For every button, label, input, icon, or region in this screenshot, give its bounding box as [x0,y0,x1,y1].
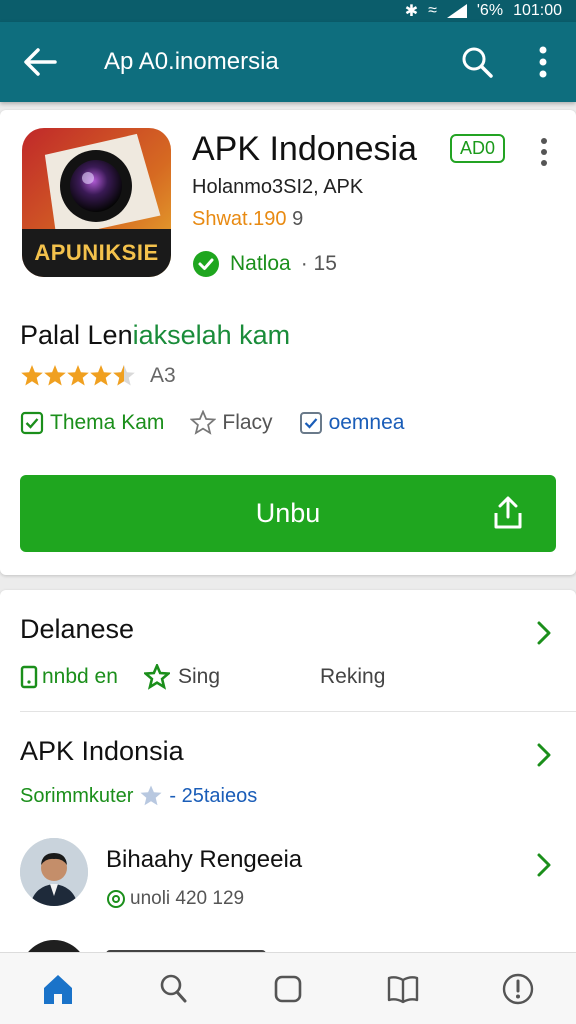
share-icon[interactable] [490,495,526,531]
install-button[interactable]: Unbu [20,475,556,552]
nav-apps[interactable] [258,959,318,1019]
nav-home[interactable] [28,959,88,1019]
more-vert-icon [541,138,547,144]
tag-theme[interactable]: Thema Kam [20,411,164,435]
list-item-meta: unoli 420 129 [106,888,244,910]
overflow-menu-button[interactable] [510,22,576,102]
checkbox-checked-icon [20,411,44,435]
bluetooth-icon: ✱ [404,3,419,20]
nav-search[interactable] [143,959,203,1019]
nav-info[interactable] [488,959,548,1019]
star-icon [140,785,162,806]
meta-item-1[interactable]: nnbd en [20,665,144,689]
meta-item-2[interactable]: Sing [144,664,320,690]
checkbox-checked-icon [299,412,322,434]
search-button[interactable] [444,22,510,102]
book-icon [387,975,419,1003]
more-vert-icon [539,46,547,78]
wifi-icon: ≈ [428,2,437,19]
section2-meta-row: Sorimmkuter - 25taieos [20,784,258,807]
install-button-label: Unbu [255,498,321,528]
app-bar-title: Ap A0.inomersia [104,48,279,75]
tag-row: Thema Kam Flacy oemnea [20,410,430,436]
search-icon [160,974,187,1002]
at-sign-icon [107,890,125,908]
check-circle-icon [193,251,219,277]
home-icon [43,974,72,1004]
chevron-right-icon[interactable] [536,852,552,878]
app-subtitle: Palal Leniakselah kam [20,320,291,350]
app-header-card: APUNIKSIE APK Indonesia AD0 Holanmo3SI2,… [0,110,576,575]
app-name: APK Indonesia [192,130,417,168]
star-rating-icon [21,365,135,386]
bottom-nav [0,952,576,1024]
section-title-delanese[interactable]: Delanese [20,614,134,645]
chevron-right-icon[interactable] [536,742,552,768]
divider [20,711,576,712]
tag-flacy[interactable]: Flacy [190,410,273,436]
section1-meta-row: nnbd en Sing Reking [20,664,385,690]
details-card: Delanese nnbd en Sing Reking APK Indonsi… [0,590,576,1008]
rating-row: A3 [20,364,176,388]
list-item-name[interactable]: Bihaahy Rengeeia [106,846,302,874]
signal-icon [446,4,467,18]
verified-label: Natloa [230,252,291,275]
avatar[interactable] [20,838,88,906]
ad-badge: AD0 [450,134,506,163]
verified-count: · 15 [300,252,337,275]
clock: 101:00 [513,2,562,19]
search-icon [462,47,493,78]
card-menu-button[interactable] [532,138,556,166]
app-icon[interactable]: APUNIKSIE [22,128,171,277]
star-outline-icon [190,410,217,435]
section-title-apk[interactable]: APK Indonsia [20,736,184,767]
tag-oemnea[interactable]: oemnea [299,411,404,435]
phone-icon [20,665,38,689]
chevron-right-icon[interactable] [536,620,552,646]
app-bar: Ap A0.inomersia [0,22,576,102]
back-button[interactable] [0,22,80,102]
rating-value: A3 [150,364,176,387]
info-icon [503,973,534,1004]
nav-library[interactable] [373,959,433,1019]
star-outline-icon [144,664,170,690]
meta-item-3[interactable]: Reking [320,665,385,689]
battery-text: '6% [476,2,504,19]
app-icon-label: APUNIKSIE [22,229,171,277]
status-bar: ✱ ≈ '6% 101:00 [0,0,576,22]
developer-name[interactable]: Holanmo3SI2, APK [192,176,363,199]
square-icon [274,975,302,1002]
arrow-back-icon [24,48,57,76]
size-info: Shwat.190 9 [192,208,304,230]
verified-row: Natloa · 15 [192,250,337,278]
